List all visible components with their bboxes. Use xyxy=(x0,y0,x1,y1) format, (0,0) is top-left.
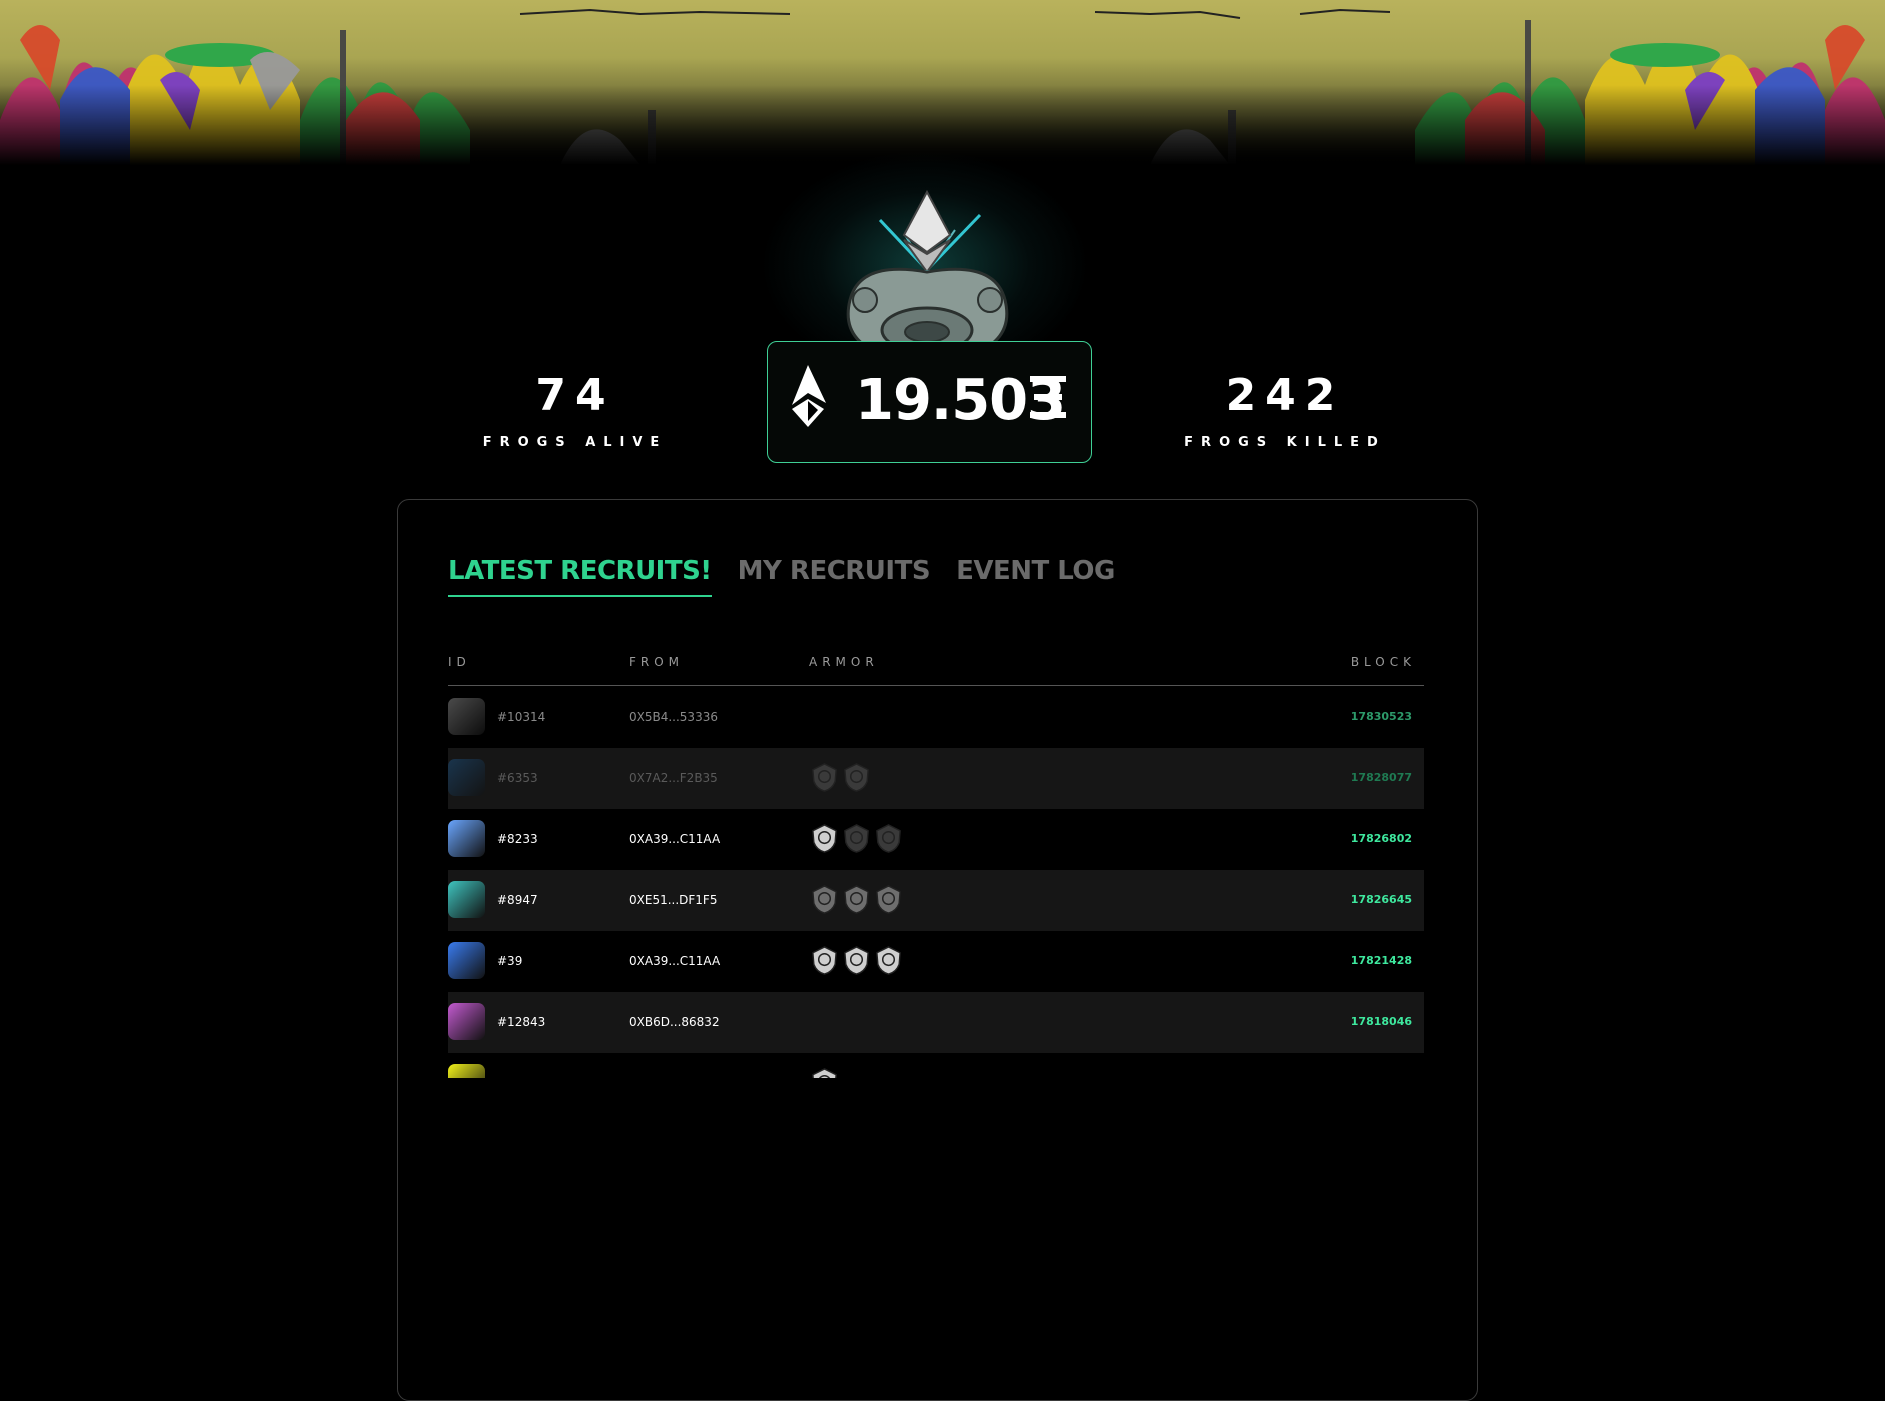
frog-thumbnail[interactable] xyxy=(448,942,485,979)
row-from-address[interactable]: 0XA39...C11AA xyxy=(629,832,720,846)
shield-armor-icon xyxy=(812,763,837,792)
row-block-link[interactable]: 17826645 xyxy=(1351,893,1412,906)
frog-thumbnail[interactable] xyxy=(448,1003,485,1040)
stone-altar-icon xyxy=(846,190,1009,363)
table-row[interactable]: #8947 0XE51...DF1F5 17826645 xyxy=(448,870,1424,931)
jungle-banner xyxy=(0,0,1885,165)
frogs-killed-stat: 242 FROGS KILLED xyxy=(1135,370,1435,450)
table-row[interactable]: #10314 0X5B4...53336 17830523 xyxy=(448,687,1424,748)
table-header: ID FROM ARMOR BLOCK xyxy=(448,655,1424,686)
header-block: BLOCK xyxy=(1350,655,1416,669)
table-row[interactable]: #8233 0XA39...C11AA 17826802 xyxy=(448,809,1424,870)
frog-thumbnail[interactable] xyxy=(448,881,485,918)
shield-armor-icon xyxy=(876,824,901,853)
shield-armor-icon xyxy=(844,763,869,792)
shield-armor-icon xyxy=(876,885,901,914)
frogs-alive-label: FROGS ALIVE xyxy=(482,435,668,450)
row-armor xyxy=(809,1067,840,1078)
shield-armor-icon xyxy=(844,885,869,914)
row-armor xyxy=(809,945,904,976)
row-id[interactable]: #8947 xyxy=(497,893,538,907)
row-id[interactable]: #10314 xyxy=(497,710,545,724)
frog-thumbnail[interactable] xyxy=(448,698,485,735)
shield-armor-icon xyxy=(812,946,837,975)
row-block-link[interactable]: 17828077 xyxy=(1351,771,1412,784)
panel-tabs: LATEST RECRUITS! MY RECRUITS EVENT LOG xyxy=(448,556,1115,597)
row-block-link[interactable]: 17818046 xyxy=(1351,1015,1412,1028)
table-row[interactable]: #6353 0X7A2...F2B35 17828077 xyxy=(448,748,1424,809)
shield-armor-icon xyxy=(876,946,901,975)
frogs-alive-stat: 74 FROGS ALIVE xyxy=(425,370,725,450)
tab-event-log[interactable]: EVENT LOG xyxy=(956,556,1115,597)
row-from-address[interactable]: 0X7A2...F2B35 xyxy=(629,771,718,785)
row-id[interactable]: #8233 xyxy=(497,832,538,846)
table-row[interactable]: #12843 0XB6D...86832 17818046 xyxy=(448,992,1424,1053)
shield-armor-icon xyxy=(812,824,837,853)
ethereum-logo-icon xyxy=(792,365,826,427)
shield-armor-icon xyxy=(844,824,869,853)
row-id[interactable]: #12843 xyxy=(497,1015,545,1029)
row-block-link[interactable]: 17821428 xyxy=(1351,954,1412,967)
header-armor: ARMOR xyxy=(809,655,879,669)
row-from-address[interactable]: 0XB6D...86832 xyxy=(629,1015,720,1029)
table-row[interactable]: #39 0XA39...C11AA 17821428 xyxy=(448,931,1424,992)
row-armor xyxy=(809,884,904,915)
row-id[interactable]: #39 xyxy=(497,954,522,968)
header-id: ID xyxy=(448,655,471,669)
row-block-link[interactable]: 17830523 xyxy=(1351,710,1412,723)
frog-thumbnail[interactable] xyxy=(448,1064,485,1078)
frog-thumbnail[interactable] xyxy=(448,759,485,796)
recruits-table: #10314 0X5B4...53336 17830523 #6353 0X7A2...… xyxy=(448,687,1424,1078)
frogs-killed-value: 242 xyxy=(1225,370,1345,421)
row-armor xyxy=(809,823,904,854)
row-id[interactable]: #6353 xyxy=(497,771,538,785)
shield-armor-icon xyxy=(844,946,869,975)
frogs-killed-label: FROGS KILLED xyxy=(1184,435,1386,450)
row-from-address[interactable]: 0XA39...C11AA xyxy=(629,954,720,968)
shield-armor-icon xyxy=(812,1068,837,1078)
header-from: FROM xyxy=(629,655,685,669)
row-from-address[interactable]: 0X5B4...53336 xyxy=(629,710,718,724)
eth-symbol-icon xyxy=(1030,376,1066,418)
shield-armor-icon xyxy=(812,885,837,914)
recruits-panel: LATEST RECRUITS! MY RECRUITS EVENT LOG I… xyxy=(397,499,1478,1401)
row-armor xyxy=(809,762,872,793)
tab-my-recruits[interactable]: MY RECRUITS xyxy=(738,556,931,597)
row-block-link[interactable]: 17826802 xyxy=(1351,832,1412,845)
frog-thumbnail[interactable] xyxy=(448,820,485,857)
tab-latest-recruits[interactable]: LATEST RECRUITS! xyxy=(448,556,712,597)
frogs-alive-value: 74 xyxy=(535,370,615,421)
table-row[interactable] xyxy=(448,1053,1424,1078)
row-from-address[interactable]: 0XE51...DF1F5 xyxy=(629,893,717,907)
